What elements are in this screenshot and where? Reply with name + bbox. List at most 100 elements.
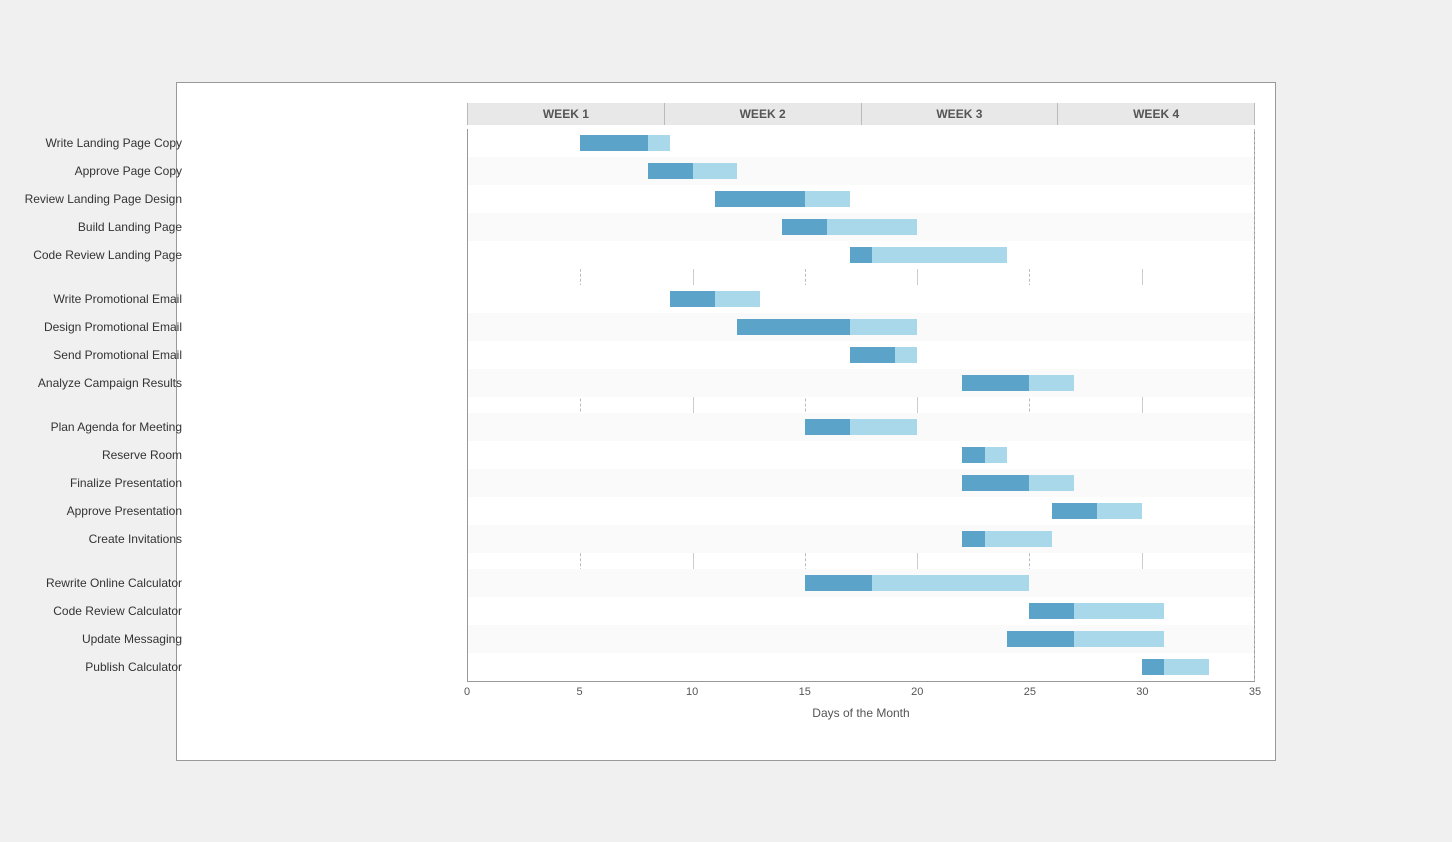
chart-row (468, 157, 1254, 185)
chart-row (468, 185, 1254, 213)
bar-light (1164, 659, 1209, 675)
bar-container (468, 497, 1254, 525)
bar-light (693, 163, 738, 179)
gantt-bar (670, 291, 760, 307)
task-label: Code Review Landing Page (0, 241, 192, 269)
x-axis-tick: 20 (911, 686, 923, 698)
chart-row (468, 441, 1254, 469)
chart-row (468, 625, 1254, 653)
chart-row (468, 313, 1254, 341)
gantt-bar (648, 163, 738, 179)
week-header-4: WEEK 4 (1057, 103, 1255, 125)
chart-row (468, 597, 1254, 625)
task-label: Analyze Campaign Results (0, 369, 192, 397)
bar-container (468, 413, 1254, 441)
bar-light (1097, 503, 1142, 519)
task-label: Build Landing Page (0, 213, 192, 241)
bar-light (850, 319, 917, 335)
chart-row (468, 213, 1254, 241)
bar-light (872, 575, 1029, 591)
gantt-bar (1029, 603, 1164, 619)
row-spacer (468, 269, 1254, 285)
bar-container (468, 469, 1254, 497)
x-axis-tick: 35 (1249, 686, 1261, 698)
chart-row (468, 653, 1254, 681)
task-label: Finalize Presentation (0, 469, 192, 497)
bar-light (872, 247, 1007, 263)
x-axis-tick: 25 (1024, 686, 1036, 698)
chart-row (468, 469, 1254, 497)
bar-light (985, 447, 1007, 463)
week-header-1: WEEK 1 (467, 103, 664, 125)
bar-dark (850, 247, 872, 263)
bar-dark (737, 319, 849, 335)
bar-dark (962, 531, 984, 547)
chart-row (468, 413, 1254, 441)
gantt-bar (962, 475, 1074, 491)
bar-light (1029, 475, 1074, 491)
gantt-chart: WEEK 1WEEK 2WEEK 3WEEK 4 Write Landing P… (176, 82, 1276, 761)
bar-container (468, 241, 1254, 269)
gantt-bar (1052, 503, 1142, 519)
bar-container (468, 313, 1254, 341)
bar-container (468, 129, 1254, 157)
bar-container (468, 213, 1254, 241)
gantt-bar (1007, 631, 1164, 647)
bar-dark (715, 191, 805, 207)
task-label: Update Messaging (0, 625, 192, 653)
gantt-bar (850, 347, 917, 363)
bar-container (468, 441, 1254, 469)
week-header-2: WEEK 2 (664, 103, 861, 125)
task-label: Create Invitations (0, 525, 192, 553)
task-label: Rewrite Online Calculator (0, 569, 192, 597)
x-axis-label: Days of the Month (467, 706, 1255, 720)
chart-row (468, 241, 1254, 269)
task-label: Approve Page Copy (0, 157, 192, 185)
bar-light (1074, 603, 1164, 619)
bar-dark (1007, 631, 1074, 647)
task-label: Review Landing Page Design (0, 185, 192, 213)
row-spacer (468, 553, 1254, 569)
bar-container (468, 569, 1254, 597)
bar-dark (1029, 603, 1074, 619)
bar-dark (648, 163, 693, 179)
bar-light (895, 347, 917, 363)
bar-dark (962, 447, 984, 463)
bar-dark (670, 291, 715, 307)
chart-row (468, 129, 1254, 157)
gantt-bar (580, 135, 670, 151)
gantt-bar (737, 319, 917, 335)
x-axis-tick: 5 (577, 686, 583, 698)
task-label: Approve Presentation (0, 497, 192, 525)
row-spacer (468, 397, 1254, 413)
chart-row (468, 341, 1254, 369)
bar-light (985, 531, 1052, 547)
bar-dark (1142, 659, 1164, 675)
gantt-bar (782, 219, 917, 235)
bar-container (468, 285, 1254, 313)
bar-dark (962, 375, 1029, 391)
bar-container (468, 525, 1254, 553)
gantt-bar (962, 447, 1007, 463)
bar-light (1074, 631, 1164, 647)
label-spacer (0, 269, 192, 285)
week-headers: WEEK 1WEEK 2WEEK 3WEEK 4 (467, 103, 1255, 125)
gantt-bar (850, 247, 1007, 263)
chart-row (468, 497, 1254, 525)
task-labels: Write Landing Page CopyApprove Page Copy… (0, 129, 192, 681)
x-axis-tick: 10 (686, 686, 698, 698)
bar-container (468, 653, 1254, 681)
bar-light (805, 191, 850, 207)
bar-container (468, 597, 1254, 625)
gantt-bar (805, 419, 917, 435)
task-label: Code Review Calculator (0, 597, 192, 625)
gantt-bar (805, 575, 1030, 591)
bar-container (468, 185, 1254, 213)
task-label: Write Promotional Email (0, 285, 192, 313)
bar-container (468, 341, 1254, 369)
bar-dark (580, 135, 647, 151)
gantt-bar (962, 531, 1052, 547)
bar-dark (805, 575, 872, 591)
x-axis-tick: 0 (464, 686, 470, 698)
bar-container (468, 157, 1254, 185)
